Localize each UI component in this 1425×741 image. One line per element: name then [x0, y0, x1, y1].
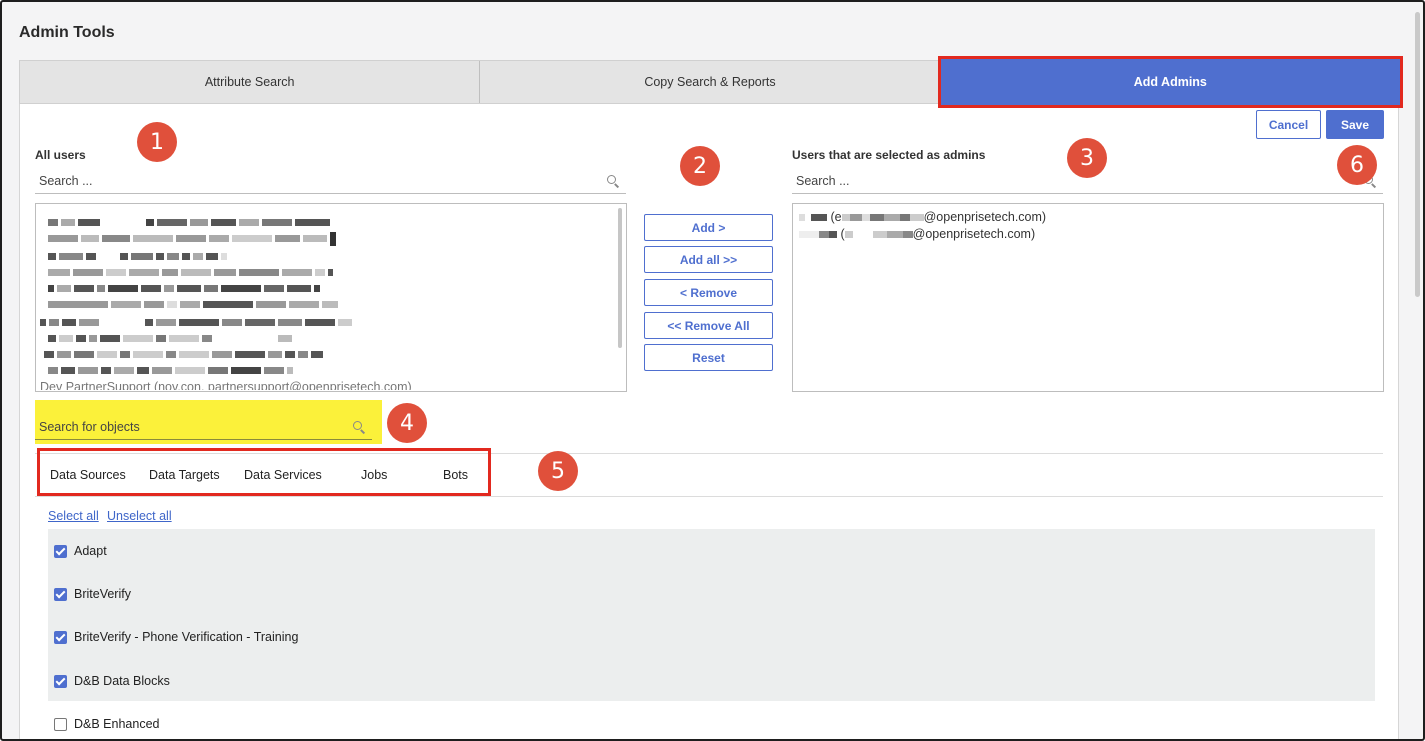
annotation-badge-4: 4 [387, 403, 427, 443]
list-item[interactable] [40, 314, 355, 327]
reset-button[interactable]: Reset [644, 344, 773, 371]
tab-data-targets[interactable]: Data Targets [149, 468, 220, 482]
add-button[interactable]: Add > [644, 214, 773, 241]
tab-attribute-search[interactable]: Attribute Search [20, 61, 481, 103]
annotation-badge-1: 1 [137, 122, 177, 162]
list-item-label: D&B Data Blocks [74, 674, 170, 688]
list-item[interactable]: (@openprisetech.com) [799, 227, 1035, 241]
list-item[interactable] [48, 362, 296, 375]
object-search [35, 414, 372, 440]
tab-add-admins[interactable]: Add Admins [937, 56, 1403, 108]
tab-data-services[interactable]: Data Services [244, 468, 322, 482]
checkbox[interactable] [54, 587, 67, 601]
list-item[interactable]: (e @openprisetech.com) [799, 210, 1046, 224]
tab-data-sources[interactable]: Data Sources [50, 468, 126, 482]
add-all-button[interactable]: Add all >> [644, 246, 773, 273]
annotation-badge-6: 6 [1337, 145, 1377, 185]
cancel-button[interactable]: Cancel [1256, 110, 1321, 139]
annotation-badge-3: 3 [1067, 138, 1107, 178]
unselect-all-link[interactable]: Unselect all [107, 509, 172, 523]
list-item[interactable] [48, 264, 336, 277]
all-users-search [35, 168, 626, 194]
list-item[interactable] [48, 214, 333, 227]
list-scrollbar[interactable] [618, 208, 622, 348]
list-item-label: Adapt [74, 544, 107, 558]
add-admins-panel: Cancel Save All users Search ... Dev Par… [19, 104, 1399, 739]
checkbox[interactable] [54, 630, 67, 644]
list-item[interactable] [44, 346, 326, 359]
object-search-input[interactable] [35, 419, 352, 434]
list-item[interactable]: BriteVerify - Phone Verification - Train… [54, 630, 298, 644]
checkbox[interactable] [54, 674, 67, 688]
list-item[interactable]: Adapt [54, 544, 107, 558]
list-item-label: BriteVerify [74, 587, 131, 601]
tab-bots[interactable]: Bots [443, 468, 468, 482]
search-icon[interactable] [606, 174, 620, 188]
list-item-label: BriteVerify - Phone Verification - Train… [74, 630, 299, 644]
list-item[interactable] [48, 230, 339, 246]
selected-admins-label: Users that are selected as admins [792, 148, 986, 162]
search-icon[interactable] [352, 420, 366, 434]
object-checklist [48, 529, 1375, 701]
annotation-badge-5: 5 [538, 451, 578, 491]
list-item-label: D&B Enhanced [74, 717, 160, 731]
list-item-name: (e [830, 210, 842, 224]
all-users-list[interactable]: Dev PartnerSupport (nov.con. partnersupp… [35, 203, 627, 392]
list-item[interactable]: BriteVerify [54, 587, 131, 601]
list-item-email: @openprisetech.com) [912, 227, 1036, 241]
list-item[interactable] [48, 296, 341, 309]
list-item[interactable]: D&B Data Blocks [54, 674, 170, 688]
annotation-badge-2: 2 [680, 146, 720, 186]
list-item-label: Dev PartnerSupport (nov.con. partnersupp… [40, 380, 412, 390]
divider [35, 496, 1383, 497]
all-users-label: All users [35, 148, 86, 162]
checkbox[interactable] [54, 717, 67, 731]
page-scrollbar[interactable] [1415, 12, 1420, 297]
all-users-search-input[interactable] [35, 173, 606, 188]
tab-jobs[interactable]: Jobs [361, 468, 387, 482]
remove-button[interactable]: < Remove [644, 279, 773, 306]
list-item[interactable]: D&B Enhanced [54, 717, 159, 731]
list-item[interactable] [48, 280, 323, 293]
list-item[interactable] [48, 248, 230, 261]
list-item[interactable] [48, 330, 295, 343]
list-item-email: @openprisetech.com) [923, 210, 1047, 224]
remove-all-button[interactable]: << Remove All [644, 312, 773, 339]
save-button[interactable]: Save [1326, 110, 1384, 139]
tab-copy-search-reports[interactable]: Copy Search & Reports [480, 61, 941, 103]
list-item[interactable]: Dev PartnerSupport (nov.con. partnersupp… [40, 378, 412, 390]
page-title: Admin Tools [19, 24, 115, 41]
checkbox[interactable] [54, 544, 67, 558]
selected-admins-list[interactable]: (e @openprisetech.com) (@openprisetech.co… [792, 203, 1384, 392]
app-window: Admin Tools Attribute Search Copy Search… [0, 0, 1425, 741]
tab-bar: Attribute Search Copy Search & Reports A… [19, 56, 1403, 108]
select-all-link[interactable]: Select all [48, 509, 99, 523]
